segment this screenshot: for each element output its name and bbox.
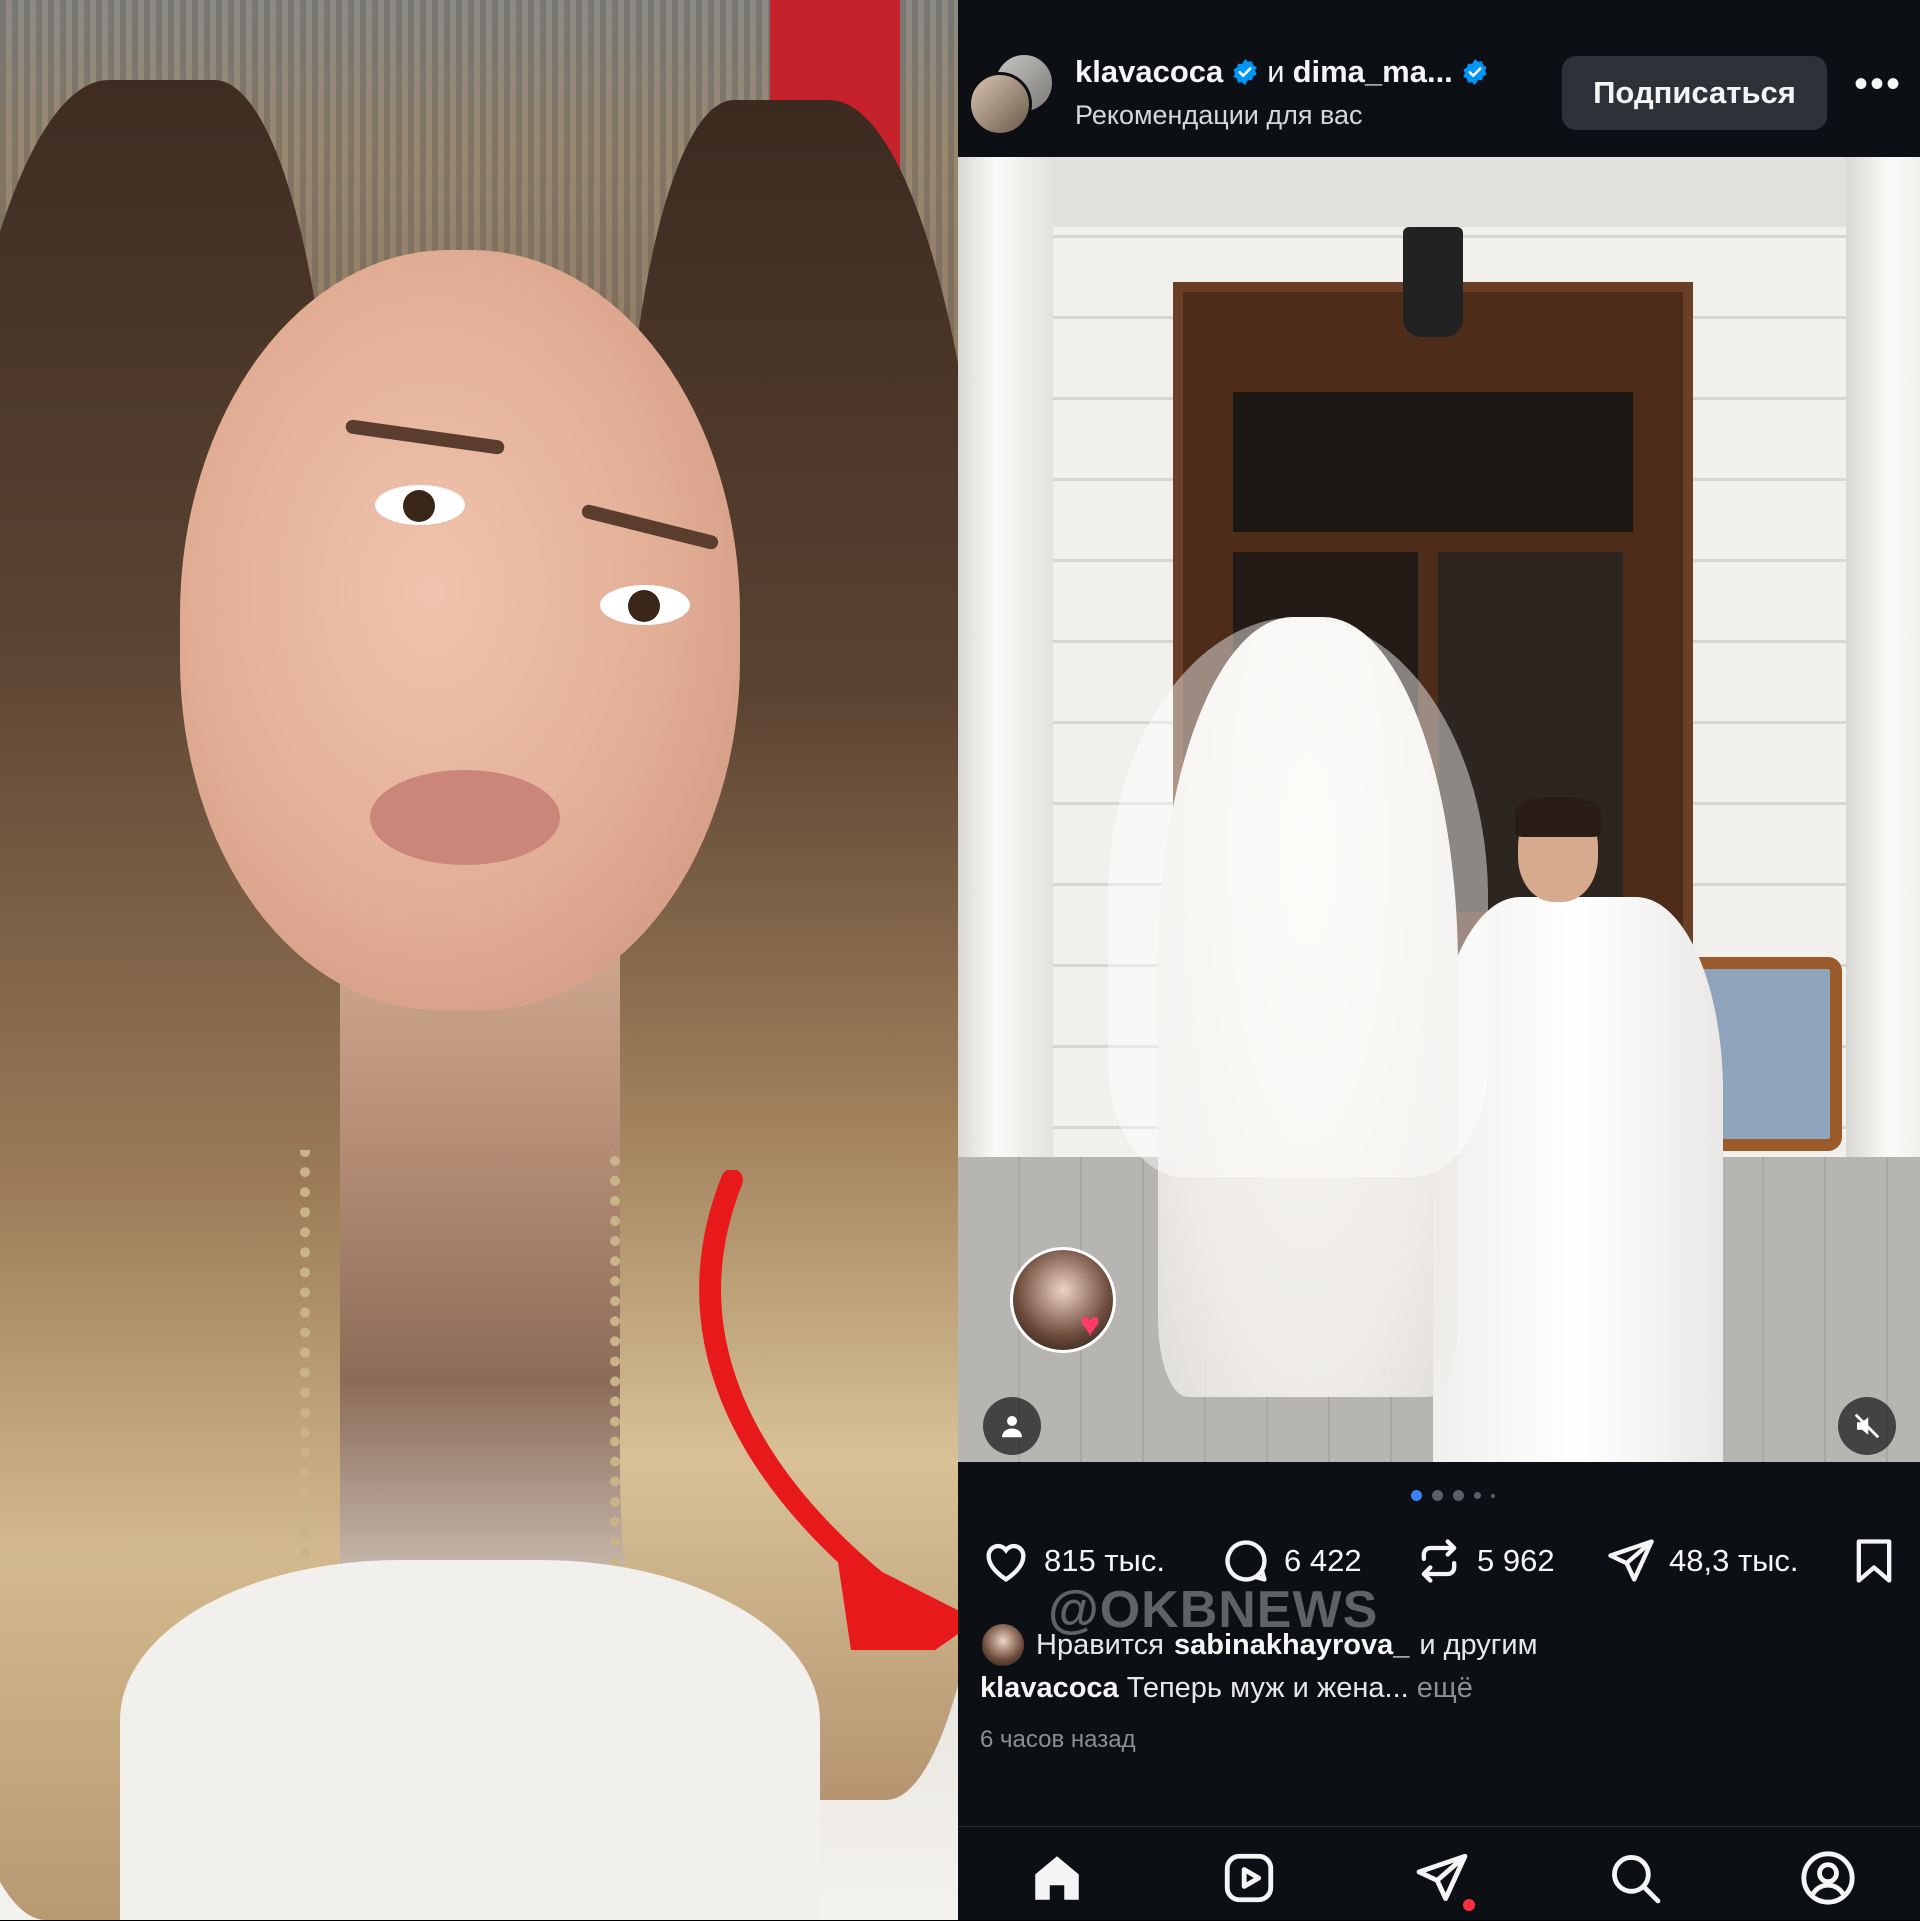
shares-count: 48,3 тыс. [1669,1543,1799,1578]
left-eye [375,485,465,525]
collab-usernames: klavacoca и dima_ma... [1075,54,1489,90]
post-image[interactable]: ♥ [958,157,1920,1462]
notification-dot [1463,1899,1475,1911]
more-options-icon[interactable]: ••• [1853,64,1903,114]
mute-button[interactable] [1838,1397,1896,1455]
likes-count: 815 тыс. [1044,1543,1165,1578]
verified-badge-icon [1463,59,1487,85]
suggested-label: Рекомендации для вас [1075,100,1363,130]
carousel-indicator [1411,1490,1495,1501]
reels-icon [1224,1853,1274,1903]
home-icon [1035,1856,1079,1900]
red-arrow-annotation [699,1170,970,1650]
avatar-klavacoca[interactable] [968,72,1032,136]
nav-profile[interactable] [1799,1849,1857,1907]
search-icon [1612,1855,1661,1904]
post-timestamp: 6 часов назад [980,1726,1136,1753]
liked-by-line[interactable]: Нравится sabinakhayrova_ и другим [980,1622,1538,1668]
follow-button[interactable]: Подписаться [1562,56,1827,130]
bookmark-icon[interactable] [1848,1535,1900,1587]
heart-icon [986,1543,1026,1582]
speaker-muted-icon [1854,1413,1880,1439]
person-icon [1002,1416,1022,1438]
carousel-dot [1474,1492,1481,1499]
repost-button[interactable]: 5 962 [1413,1533,1555,1589]
nav-reels[interactable] [1220,1849,1278,1907]
share-button[interactable]: 48,3 тыс. [1605,1533,1799,1589]
carousel-dot [1432,1490,1443,1501]
face [180,250,740,1010]
porch-ceiling [958,157,1920,227]
caption-text: Теперь муж и жена... [1126,1672,1409,1704]
liked-by-suffix[interactable]: и другим [1419,1629,1537,1662]
post-caption: klavacoca Теперь муж и жена... ещё [980,1672,1473,1705]
nav-search[interactable] [1606,1849,1664,1907]
verified-badge-icon [1233,59,1257,85]
lips [370,770,560,865]
carousel-dot [1453,1490,1464,1501]
profile-icon [1801,1851,1855,1905]
collab-avatars[interactable] [968,52,1058,142]
username-klavacoca[interactable]: klavacoca [1075,54,1223,90]
nav-direct[interactable] [1413,1849,1471,1907]
caption-username[interactable]: klavacoca [980,1672,1119,1704]
nav-home[interactable] [1028,1849,1086,1907]
comments-count: 6 422 [1284,1543,1362,1578]
reposts-count: 5 962 [1477,1543,1555,1578]
liker-mini-avatar [980,1622,1026,1668]
bridal-veil [1108,617,1488,1177]
post-header: klavacoca и dima_ma... Рекомендации для … [958,0,1920,155]
right-eye [600,585,690,625]
carousel-dot [1411,1490,1422,1501]
carousel-dot [1491,1493,1495,1498]
bottom-navigation [958,1826,1920,1921]
username-dima[interactable]: dima_ma... [1293,54,1453,90]
liked-by-prefix: Нравится [1036,1628,1164,1661]
tagged-users-button[interactable] [983,1397,1041,1455]
send-icon [1416,1853,1468,1901]
send-icon [1608,1539,1654,1582]
column-left [958,157,1053,1287]
conjunction-text: и [1267,54,1285,89]
liked-by-user[interactable]: sabinakhayrova_ [1174,1629,1409,1662]
hanging-lantern [1403,227,1463,337]
door-transom [1233,392,1633,532]
instagram-post-screen: klavacoca и dima_ma... Рекомендации для … [958,0,1920,1920]
caption-more-link[interactable]: ещё [1417,1672,1473,1704]
heart-icon: ♥ [1080,1306,1101,1344]
column-right [1846,157,1920,1287]
groom-hair [1515,797,1601,837]
repost-icon [1421,1539,1457,1583]
